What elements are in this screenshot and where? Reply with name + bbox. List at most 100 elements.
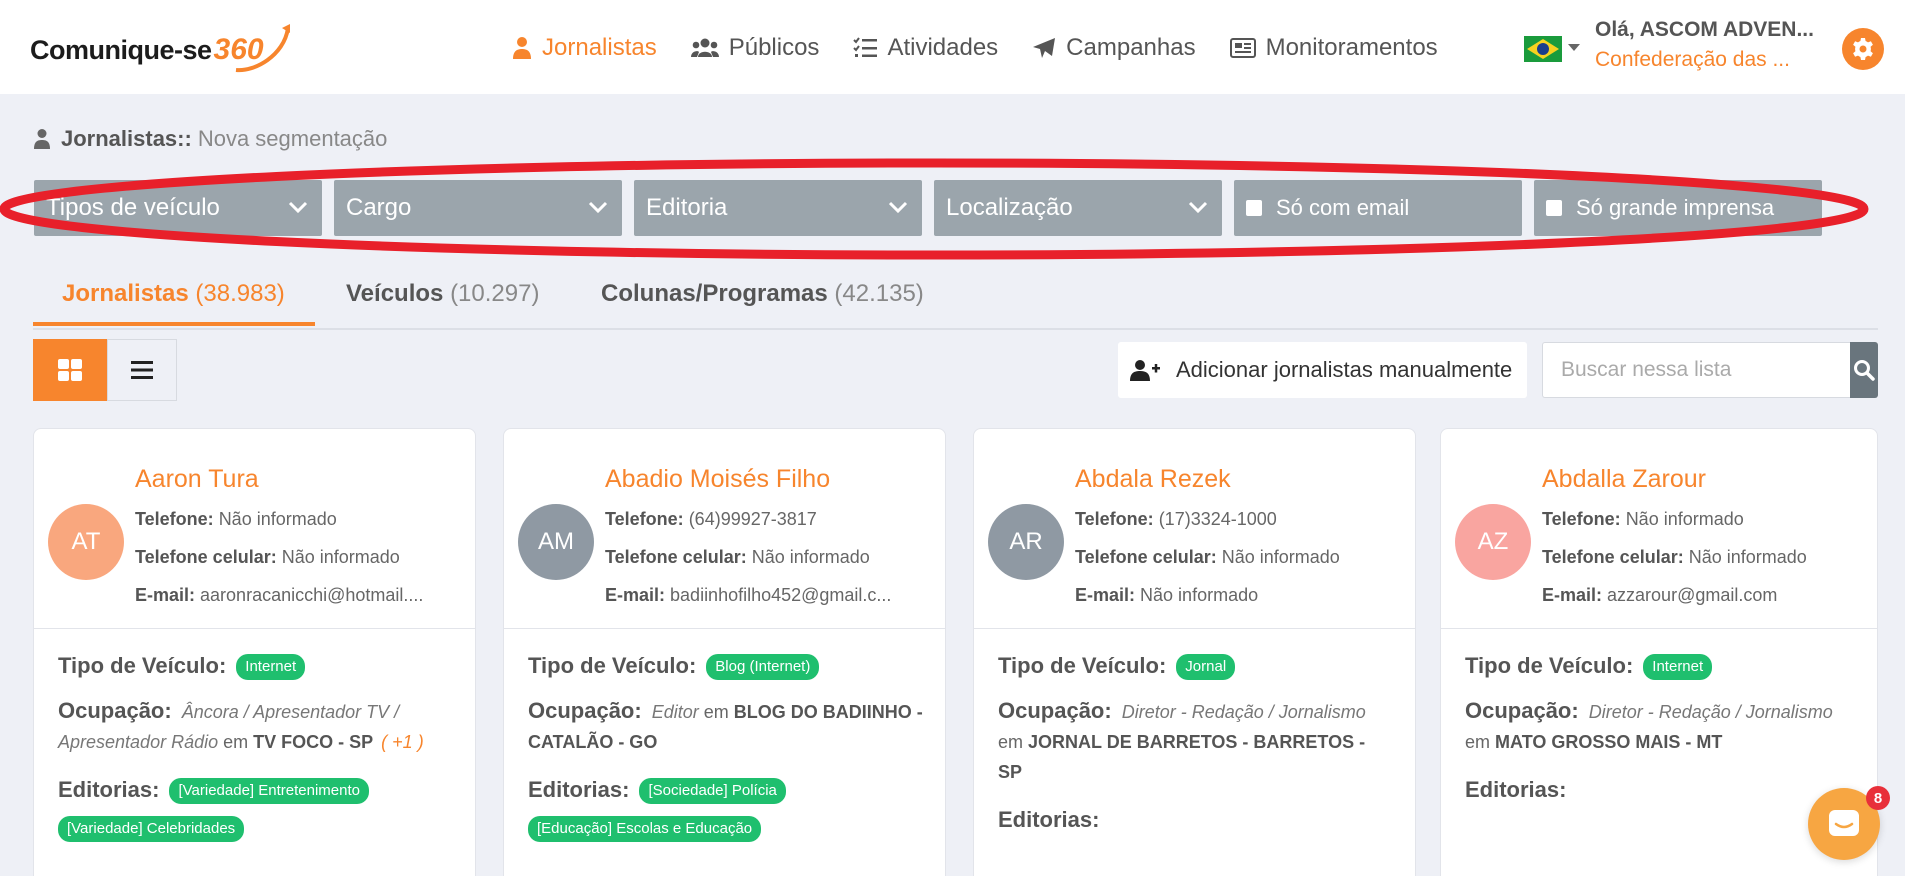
tab-jornalistas[interactable]: Jornalistas (38.983) [33,280,315,326]
journalist-icon [512,36,532,60]
occupation-vehicle: TV FOCO - SP [253,732,374,752]
occupation-label: Ocupação: [528,698,642,723]
tab-count: (42.135) [834,280,924,307]
filter-only-email[interactable]: Só com email [1234,180,1522,236]
breadcrumb: Jornalistas :: Nova segmentação [33,126,387,152]
filter-label: Editoria [646,194,728,221]
nav-atividades[interactable]: Atividades [853,34,998,62]
mobile-label: Telefone celular: [1075,547,1217,567]
user-menu[interactable]: Olá, ASCOM ADVEN... Confederação das ... [1595,18,1815,72]
add-user-icon [1130,360,1160,381]
phone-line: Telefone: (17)3324-1000 [1075,509,1277,530]
filter-label: Só grande imprensa [1576,195,1775,220]
breadcrumb-separator: :: [177,126,192,151]
tab-count: (38.983) [195,280,285,307]
phone-line: Telefone: Não informado [135,509,337,530]
filter-only-big-press[interactable]: Só grande imprensa [1534,180,1822,236]
occupation-role: Editor [651,702,699,722]
email-value: badiinhofilho452@gmail.c... [670,585,892,605]
vehicle-type-label: Tipo de Veículo: [528,653,697,678]
vehicle-type-label: Tipo de Veículo: [998,653,1167,678]
nav-label: Jornalistas [542,34,657,61]
phone-value: (17)3324-1000 [1158,509,1277,529]
only-email-checkbox[interactable] [1246,200,1262,216]
nav-monitoramentos[interactable]: Monitoramentos [1229,34,1438,62]
editorial-badge: [Educação] Escolas e Educação [528,816,762,842]
add-journalists-label: Adicionar jornalistas manualmente [1176,357,1513,382]
mobile-value: Não informado [751,547,870,567]
filter-role[interactable]: Cargo [334,180,622,236]
language-caret-icon[interactable] [1568,44,1580,51]
only-big-press-checkbox[interactable] [1546,200,1562,216]
phone-label: Telefone: [1075,509,1154,529]
occupation-row: Ocupação: Âncora / Apresentador TV / Apre… [58,696,453,757]
tab-label: Colunas/Programas [601,280,828,307]
mobile-line: Telefone celular: Não informado [135,547,400,568]
breadcrumb-section[interactable]: Jornalistas [61,126,177,152]
brand-logo[interactable]: Comunique-se 360 [30,22,290,78]
vehicle-type-label: Tipo de Veículo: [1465,653,1634,678]
occupation-vehicle: MATO GROSSO MAIS - MT [1495,732,1723,752]
editorials-row: Editorias: [1465,771,1855,810]
nav-publicos[interactable]: Públicos [690,34,819,62]
nav-jornalistas[interactable]: Jornalistas [512,34,657,62]
card-header: AM Abadio Moisés Filho Telefone: (64)999… [504,429,945,629]
chevron-down-icon [888,201,908,214]
tab-colunas-programas[interactable]: Colunas/Programas (42.135) [601,280,924,322]
journalist-name[interactable]: Abdala Rezek [1075,465,1231,494]
filter-label: Localização [946,194,1073,221]
email-value: azzarour@gmail.com [1607,585,1778,605]
paper-plane-icon [1032,37,1056,59]
journalist-name[interactable]: Abadio Moisés Filho [605,465,830,494]
editorials-row: Editorias: [Sociedade] Polícia [Educação] … [528,771,923,848]
filter-bar: Tipos de veículo Cargo Editoria Localiza… [34,180,1824,236]
filter-editorial[interactable]: Editoria [634,180,922,236]
editorial-badge: [Variedade] Celebridades [58,816,245,842]
mobile-label: Telefone celular: [1542,547,1684,567]
card-body: Tipo de Veículo: Jornal Ocupação: Diretor … [974,629,1415,840]
vehicle-type-row: Tipo de Veículo: Internet [58,651,453,682]
nav-label: Campanhas [1066,34,1196,61]
tab-count: (10.297) [450,280,540,307]
search-input[interactable] [1542,342,1850,398]
add-journalists-manually-button[interactable]: Adicionar jornalistas manualmente [1118,342,1527,398]
tab-veiculos[interactable]: Veículos (10.297) [346,280,539,322]
phone-line: Telefone: (64)99927-3817 [605,509,817,530]
tab-label: Veículos [346,280,444,307]
search-button[interactable] [1850,342,1878,398]
occupation-at: em [1465,732,1491,752]
editorials-label: Editorias: [58,777,160,802]
card-body: Tipo de Veículo: Internet Ocupação: Direto… [1441,629,1877,810]
editorial-badge: [Sociedade] Polícia [639,778,786,804]
vehicle-type-badge: Internet [236,654,306,680]
filter-label: Só com email [1276,195,1410,220]
chevron-down-icon [588,201,608,214]
list-view-button[interactable] [107,339,177,401]
newspaper-icon [1229,38,1256,58]
occupation-more[interactable]: ( +1 ) [381,732,424,752]
filter-vehicle-types[interactable]: Tipos de veículo [34,180,322,236]
journalist-name[interactable]: Abdalla Zarour [1542,465,1706,494]
journalist-card[interactable]: AT Aaron Tura Telefone: Não informado Te… [33,428,476,876]
phone-label: Telefone: [605,509,684,529]
journalist-name[interactable]: Aaron Tura [135,465,259,494]
journalist-card[interactable]: AM Abadio Moisés Filho Telefone: (64)999… [503,428,946,876]
main-nav: Jornalistas Públicos Atividades Campanha… [512,30,1472,66]
brazil-flag-icon[interactable] [1524,36,1562,62]
nav-campanhas[interactable]: Campanhas [1032,34,1196,62]
journalist-icon [34,129,50,149]
phone-label: Telefone: [135,509,214,529]
journalist-card[interactable]: AR Abdala Rezek Telefone: (17)3324-1000 … [973,428,1416,876]
occupation-row: Ocupação: Editor em BLOG DO BADIINHO - CA… [528,696,923,757]
chevron-down-icon [1188,201,1208,214]
vehicle-type-label: Tipo de Veículo: [58,653,227,678]
filter-location[interactable]: Localização [934,180,1222,236]
occupation-label: Ocupação: [58,698,172,723]
grid-view-button[interactable] [33,339,107,401]
card-header: AZ Abdalla Zarour Telefone: Não informad… [1441,429,1877,629]
settings-button[interactable] [1842,28,1884,70]
vehicle-type-row: Tipo de Veículo: Internet [1465,651,1855,682]
avatar: AT [48,504,124,580]
mobile-line: Telefone celular: Não informado [605,547,870,568]
avatar: AM [518,504,594,580]
